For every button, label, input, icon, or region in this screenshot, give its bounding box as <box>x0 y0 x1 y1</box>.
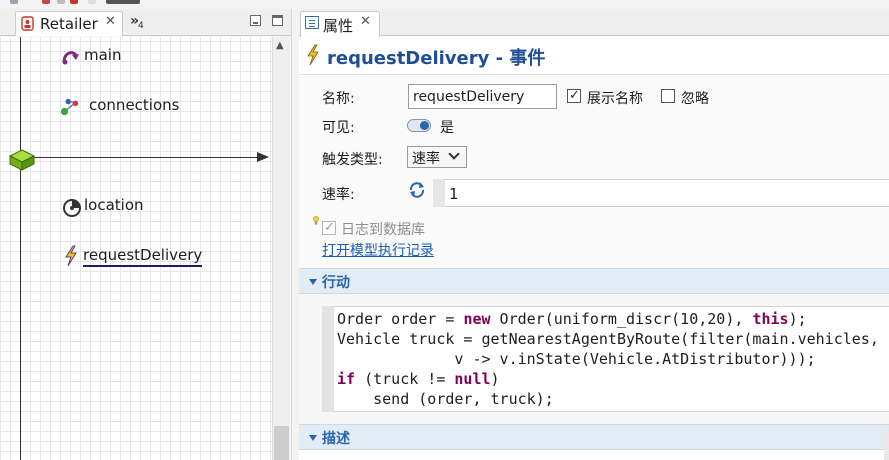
toolbar-strip <box>0 0 889 9</box>
scrollbar-thumb[interactable] <box>274 426 289 460</box>
action-section-header[interactable] <box>299 268 889 294</box>
canvas-item-requestdelivery[interactable]: requestDelivery <box>83 246 203 267</box>
check-icon: ✓ <box>324 220 335 235</box>
location-icon[interactable] <box>62 198 82 218</box>
collapse-arrow-icon[interactable] <box>309 435 317 441</box>
canvas-y-axis <box>20 37 21 460</box>
description-section-header[interactable] <box>299 424 889 450</box>
trigger-type-label: 触发类型: <box>322 152 383 168</box>
log-to-database-label: 日志到数据库 <box>341 222 425 238</box>
scroll-up-icon[interactable]: ▲ <box>276 40 284 51</box>
tab-label: Retailer <box>40 15 98 33</box>
check-icon: ✓ <box>569 88 580 103</box>
rate-value: 1 <box>449 185 459 203</box>
axis-arrow-icon <box>257 152 269 162</box>
vertical-scrollbar[interactable] <box>884 426 889 460</box>
log-to-database-checkbox[interactable]: ✓ <box>322 221 336 235</box>
code-line: Order order = new Order(uniform_discr(10… <box>337 310 807 328</box>
properties-icon <box>305 16 319 29</box>
maximize-icon[interactable] <box>272 15 283 26</box>
show-name-checkbox[interactable]: ✓ <box>567 89 581 103</box>
agent-type-icon[interactable] <box>60 46 80 66</box>
agent-origin-icon[interactable] <box>8 148 36 172</box>
panel-splitter[interactable] <box>291 9 299 460</box>
canvas-item-connections[interactable]: connections <box>89 96 179 114</box>
code-gutter <box>322 306 334 412</box>
code-line: v -> v.inState(Vehicle.AtDistributor))); <box>337 350 816 368</box>
toolbar-icon[interactable] <box>70 0 78 4</box>
trigger-type-select[interactable]: 速率 <box>407 146 467 168</box>
code-line: Vehicle truck = getNearestAgentByRoute(f… <box>337 330 879 348</box>
minimize-icon[interactable] <box>250 15 261 26</box>
visible-toggle[interactable] <box>407 119 431 132</box>
ignore-label: 忽略 <box>681 91 709 107</box>
visible-label: 可见: <box>322 120 355 136</box>
close-icon[interactable]: ✕ <box>105 14 116 29</box>
show-name-label: 展示名称 <box>587 91 643 107</box>
event-bolt-icon[interactable] <box>64 245 78 267</box>
event-bolt-icon <box>307 44 319 66</box>
rate-field[interactable]: 1 <box>445 179 889 207</box>
toolbar-icon[interactable] <box>88 0 96 4</box>
dynamic-value-icon[interactable] <box>407 181 427 198</box>
connections-icon[interactable] <box>60 97 80 117</box>
open-execution-log-link[interactable]: 打开模型执行记录 <box>322 240 434 260</box>
canvas-item-location[interactable]: location <box>84 196 144 214</box>
code-line: send (order, truck); <box>337 390 554 408</box>
name-field[interactable] <box>408 84 557 109</box>
rate-label: 速率: <box>322 187 355 203</box>
lightbulb-icon <box>313 216 319 225</box>
rate-gutter <box>433 179 445 207</box>
collapse-arrow-icon[interactable] <box>309 279 317 285</box>
right-tab-bar <box>299 9 889 36</box>
visible-value: 是 <box>440 120 454 136</box>
code-line: if (truck != null) <box>337 370 500 388</box>
toolbar-icon[interactable] <box>10 0 18 4</box>
canvas-item-main[interactable]: main <box>84 46 121 64</box>
toolbar-icon[interactable] <box>57 0 65 4</box>
close-icon[interactable]: ✕ <box>360 14 371 29</box>
agent-type-icon <box>21 16 34 31</box>
description-section-title: 描述 <box>322 431 350 447</box>
toolbar-icon[interactable] <box>106 0 140 4</box>
name-label: 名称: <box>322 91 355 107</box>
vertical-scrollbar[interactable] <box>272 37 290 460</box>
tab-overflow-count: 4 <box>138 21 144 31</box>
tab-label: 属性 <box>323 17 354 35</box>
action-section-title: 行动 <box>322 275 350 291</box>
canvas-x-axis <box>20 157 264 158</box>
toolbar-icon[interactable] <box>42 0 50 4</box>
page-title: requestDelivery - 事件 <box>327 48 546 69</box>
ignore-checkbox[interactable] <box>661 89 675 103</box>
trigger-type-value: 速率 <box>412 151 440 167</box>
